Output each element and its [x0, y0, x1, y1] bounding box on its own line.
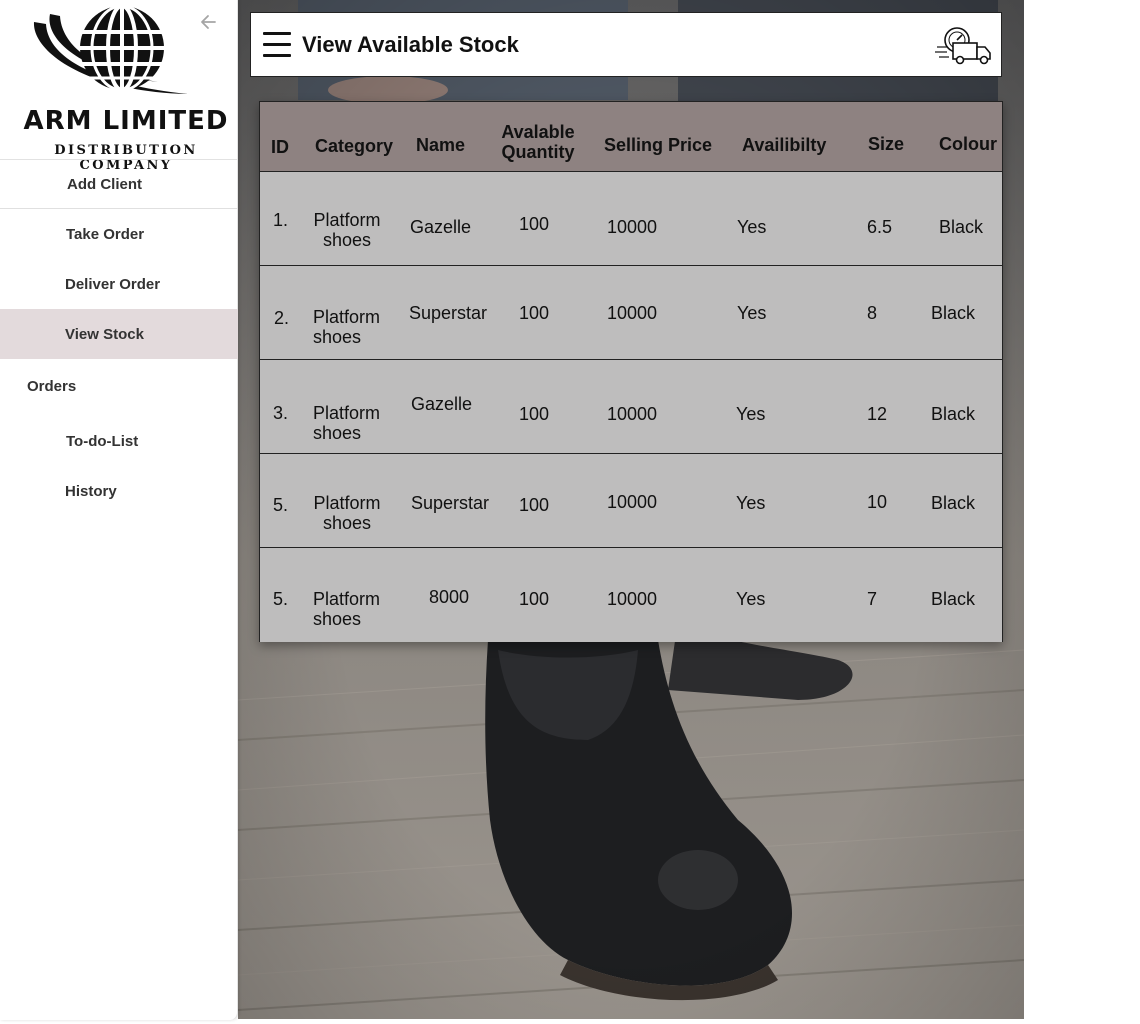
- sidebar-item-take-order[interactable]: Take Order: [0, 209, 238, 259]
- collapse-sidebar-arrow-icon[interactable]: [199, 12, 219, 32]
- company-name: ARM LIMITED: [23, 106, 229, 136]
- cell-name: Superstar: [411, 493, 490, 513]
- cell-colour: Black: [931, 589, 976, 609]
- cell-colour: Black: [931, 303, 976, 323]
- table-row[interactable]: 5. Platform shoes 8000 100 10000 Yes 7 B…: [260, 548, 1002, 642]
- sidebar-item-to-do-list[interactable]: To-do-List: [0, 416, 238, 466]
- cell-price: 10000: [607, 303, 658, 323]
- cell-id: 2.: [274, 308, 290, 328]
- cell-id: 5.: [273, 589, 289, 609]
- globe-logo-icon: [33, 4, 188, 94]
- sidebar-item-history[interactable]: History: [0, 466, 238, 516]
- cell-id: 3.: [273, 403, 289, 423]
- cell-colour: Black: [939, 217, 984, 237]
- sidebar-item-deliver-order[interactable]: Deliver Order: [0, 259, 238, 309]
- delivery-truck-icon: [935, 25, 993, 65]
- column-header-selling-price: Selling Price: [604, 135, 713, 155]
- cell-name: Gazelle: [411, 394, 473, 414]
- hamburger-menu-icon[interactable]: [263, 32, 291, 58]
- sidebar-section-orders[interactable]: Orders: [27, 378, 76, 395]
- cell-size: 8: [867, 303, 878, 323]
- cell-quantity: 100: [519, 495, 550, 515]
- cell-quantity: 100: [519, 303, 550, 323]
- cell-quantity: 100: [519, 589, 550, 609]
- cell-id: 1.: [273, 210, 289, 230]
- table-row[interactable]: 3. Platform shoes Gazelle 100 10000 Yes …: [260, 360, 1002, 454]
- stock-table: ID Category Name Avalable Quantity Selli…: [259, 101, 1003, 642]
- cell-category: Platform shoes: [313, 210, 381, 250]
- cell-price: 10000: [607, 217, 658, 237]
- table-header-row: ID Category Name Avalable Quantity Selli…: [260, 102, 1002, 172]
- cell-price: 10000: [607, 492, 658, 512]
- cell-name: Superstar: [409, 303, 488, 323]
- cell-size: 12: [867, 404, 888, 424]
- cell-price: 10000: [607, 404, 658, 424]
- table-row[interactable]: 1. Platform shoes Gazelle 100 10000 Yes …: [260, 172, 1002, 266]
- page-header: View Available Stock: [250, 12, 1002, 77]
- sidebar-item-view-stock[interactable]: View Stock: [0, 309, 238, 359]
- cell-availability: Yes: [736, 493, 766, 513]
- cell-name: 8000: [429, 587, 470, 607]
- cell-quantity: 100: [519, 214, 550, 234]
- cell-size: 7: [867, 589, 878, 609]
- cell-category: Platform shoes: [313, 493, 381, 533]
- cell-colour: Black: [931, 404, 976, 424]
- cell-category: Platform shoes: [313, 307, 381, 347]
- column-header-colour: Colour: [939, 134, 997, 154]
- cell-name: Gazelle: [410, 217, 472, 237]
- column-header-name: Name: [416, 135, 466, 155]
- cell-size: 6.5: [867, 217, 893, 237]
- sidebar-item-label: Take Order: [66, 225, 145, 243]
- sidebar-item-label: Deliver Order: [65, 275, 161, 293]
- cell-quantity: 100: [519, 404, 550, 424]
- sidebar-item-label: To-do-List: [66, 432, 139, 450]
- sidebar: ARM LIMITED DISTRIBUTION COMPANY Add Cli…: [0, 0, 238, 1020]
- column-header-quantity: Avalable Quantity: [501, 122, 575, 162]
- cell-availability: Yes: [736, 404, 766, 424]
- cell-availability: Yes: [737, 217, 767, 237]
- column-header-id: ID: [271, 137, 289, 157]
- sidebar-item-add-client[interactable]: Add Client: [0, 159, 238, 209]
- cell-category: Platform shoes: [313, 589, 381, 629]
- table-row[interactable]: 2. Platform shoes Superstar 100 10000 Ye…: [260, 266, 1002, 360]
- cell-category: Platform shoes: [313, 403, 381, 443]
- column-header-size: Size: [868, 134, 905, 154]
- cell-id: 5.: [273, 495, 289, 515]
- column-header-availability: Availibilty: [742, 135, 827, 155]
- cell-price: 10000: [607, 589, 658, 609]
- table-row[interactable]: 5. Platform shoes Superstar 100 10000 Ye…: [260, 454, 1002, 548]
- page-title: View Available Stock: [302, 32, 519, 57]
- cell-availability: Yes: [737, 303, 767, 323]
- cell-size: 10: [867, 492, 888, 512]
- column-header-category: Category: [315, 136, 394, 156]
- cell-colour: Black: [931, 493, 976, 513]
- sidebar-item-label: History: [65, 482, 117, 500]
- sidebar-item-label: View Stock: [65, 325, 144, 343]
- sidebar-item-label: Add Client: [67, 175, 142, 193]
- cell-availability: Yes: [736, 589, 766, 609]
